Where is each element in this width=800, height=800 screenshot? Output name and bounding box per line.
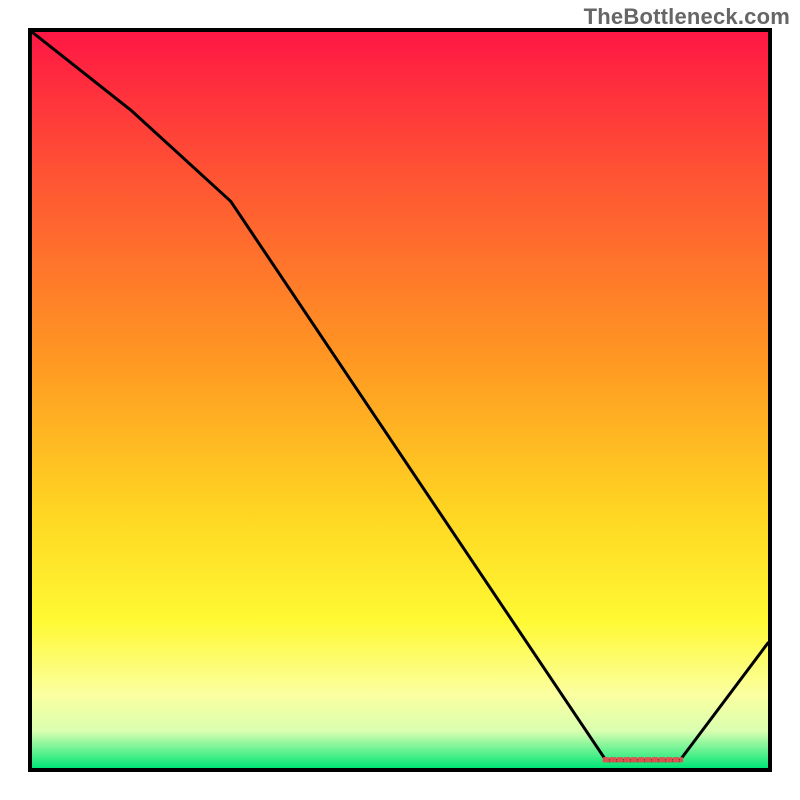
background-gradient — [32, 32, 768, 768]
plot-svg — [32, 32, 768, 768]
min-marker — [604, 759, 682, 761]
plot-frame — [28, 28, 772, 772]
chart-container: TheBottleneck.com — [0, 0, 800, 800]
watermark-label: TheBottleneck.com — [584, 4, 790, 30]
